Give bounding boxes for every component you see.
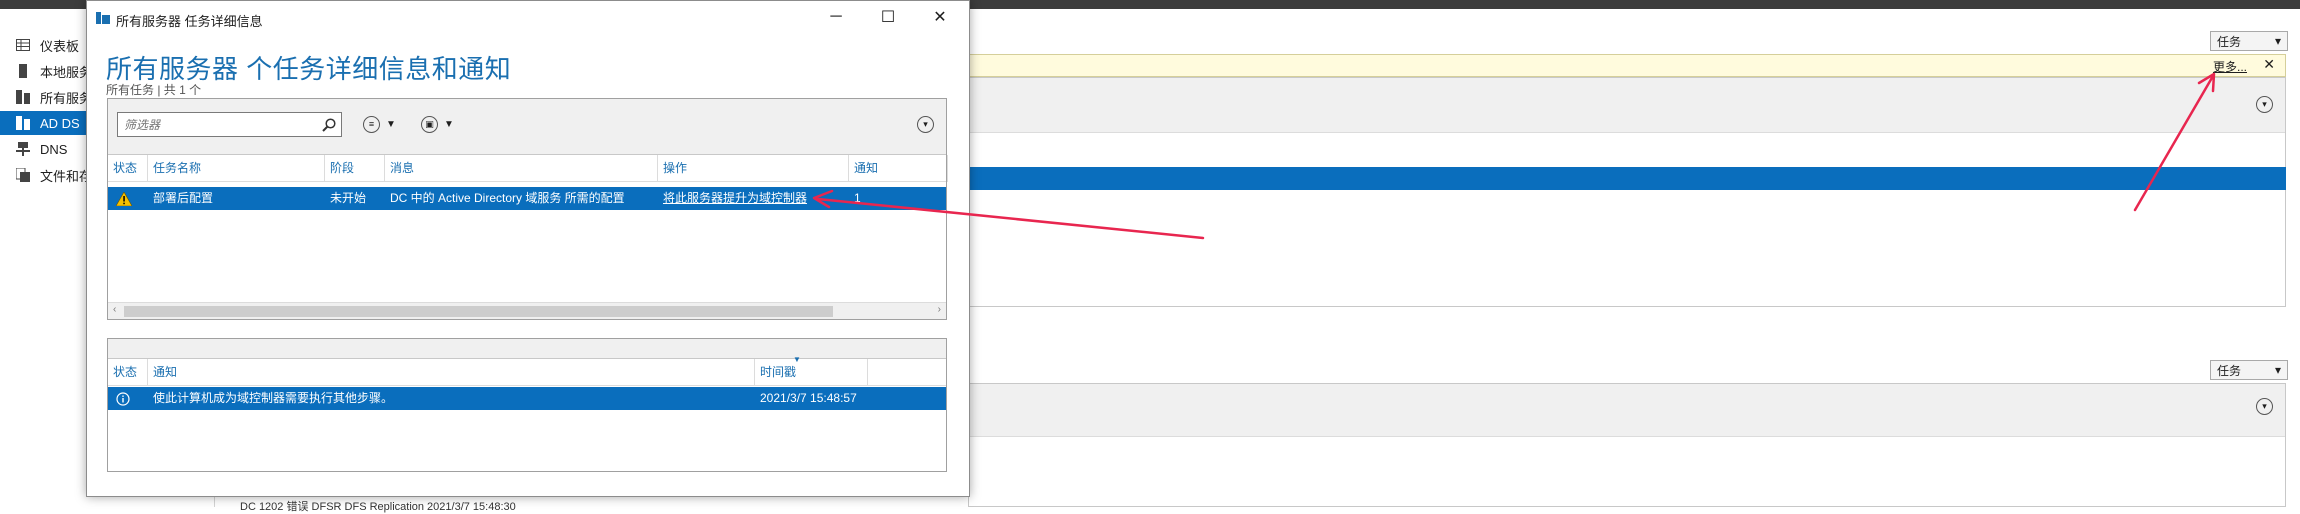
dialog-title: 所有服务器 任务详细信息 — [116, 14, 263, 29]
column-header-message[interactable]: 消息 — [385, 155, 658, 182]
sort-descending-icon: ▼ — [793, 355, 801, 364]
filter-box — [117, 112, 342, 137]
task-count-label: 所有任务 | 共 1 个 — [106, 83, 202, 97]
dialog-titlebar[interactable]: 所有服务器 任务详细信息 ─ ☐ ✕ — [87, 1, 969, 35]
promote-to-domain-controller-link[interactable]: 将此服务器提升为域控制器 — [658, 187, 849, 210]
notifications-table-header: 状态 通知 时间戳 ▼ — [108, 355, 946, 386]
filter-input[interactable] — [118, 113, 313, 136]
search-icon[interactable] — [321, 117, 337, 133]
notifications-panel: 状态 通知 时间戳 ▼ 使此计算机成为域控制器需要执行其他步骤。 2021/3/… — [107, 338, 947, 472]
tasks-dropdown-lower[interactable]: 任务 ▾ — [2210, 360, 2288, 380]
list-view-icon: ≡ — [363, 115, 380, 133]
notifications-toolbar — [108, 339, 946, 359]
table-row[interactable]: 部署后配置 未开始 DC 中的 Active Directory 域服务 所需的… — [108, 187, 946, 210]
tasks-dropdown[interactable]: 任务 ▾ — [2210, 31, 2288, 51]
column-header-action[interactable]: 操作 — [658, 155, 849, 182]
task-name-cell: 部署后配置 — [153, 191, 214, 205]
local-server-icon — [14, 63, 32, 79]
timestamp-cell: 2021/3/7 15:48:57 — [760, 391, 857, 405]
scroll-right-icon[interactable]: › — [938, 304, 941, 315]
maximize-button[interactable]: ☐ — [865, 3, 911, 31]
ad-ds-icon — [14, 115, 32, 131]
column-header-status[interactable]: 状态 — [108, 359, 148, 386]
column-header-task-name[interactable]: 任务名称 — [148, 155, 325, 182]
sidebar-item-label: 本地服务 — [40, 64, 93, 80]
file-storage-icon — [14, 167, 32, 183]
notification-bar: 更多... ✕ — [968, 54, 2286, 77]
server-manager-icon — [95, 10, 111, 26]
background-panel-upper: ▾ — [968, 77, 2286, 307]
tasks-dropdown-label: 任务 — [2217, 363, 2242, 378]
chevron-down-icon: ▾ — [2274, 34, 2281, 48]
info-icon — [116, 387, 146, 410]
save-query-button[interactable]: ▣ ▼ — [421, 114, 454, 134]
message-cell: DC 中的 Active Directory 域服务 所需的配置 — [390, 191, 625, 205]
sidebar-item-label: AD DS — [40, 115, 80, 131]
tasks-dropdown-label: 任务 — [2217, 34, 2242, 49]
task-details-dialog: 所有服务器 任务详细信息 ─ ☐ ✕ 所有服务器 个任务详细信息和通知 所有任务… — [86, 0, 970, 497]
sidebar-item-label: DNS — [40, 141, 68, 157]
horizontal-scrollbar[interactable]: ‹ › — [108, 302, 946, 319]
background-panel-toolbar: ▾ — [969, 78, 2285, 133]
more-link[interactable]: 更多... — [2213, 58, 2247, 75]
minimize-button[interactable]: ─ — [813, 3, 859, 31]
warning-icon — [116, 187, 146, 210]
background-panel-toolbar: ▾ — [969, 384, 2285, 437]
all-servers-icon — [14, 89, 32, 105]
background-event-row: DC 1202 错误 DFSR DFS Replication 2021/3/7… — [240, 501, 516, 513]
column-header-timestamp[interactable]: 时间戳 — [755, 359, 868, 386]
column-header-stage[interactable]: 阶段 — [325, 155, 385, 182]
collapse-icon[interactable]: ▾ — [917, 116, 934, 133]
sidebar-item-label: 文件和存 — [40, 168, 93, 184]
close-icon[interactable]: ✕ — [2263, 56, 2275, 73]
tasks-panel: ≡ ▼ ▣ ▼ ▾ 状态 任务名称 阶段 消息 操作 通知 部署后配置 未开始 … — [107, 98, 948, 320]
chevron-down-icon: ▼ — [386, 118, 396, 130]
chevron-down-icon: ▼ — [444, 118, 454, 130]
close-button[interactable]: ✕ — [917, 3, 963, 31]
column-header-notification[interactable]: 通知 — [148, 359, 755, 386]
expand-icon[interactable]: ▾ — [2256, 398, 2273, 415]
dashboard-icon — [14, 37, 32, 53]
background-panel-lower: ▾ — [968, 383, 2286, 507]
view-options-button[interactable]: ≡ ▼ — [363, 114, 396, 134]
expand-icon[interactable]: ▾ — [2256, 96, 2273, 113]
tasks-toolbar: ≡ ▼ ▣ ▼ ▾ — [108, 99, 946, 155]
table-row[interactable]: 使此计算机成为域控制器需要执行其他步骤。 2021/3/7 15:48:57 — [108, 387, 946, 410]
background-selected-row[interactable] — [968, 167, 2286, 190]
column-header-notification[interactable]: 通知 — [849, 155, 948, 182]
chevron-down-icon: ▾ — [2274, 363, 2281, 377]
scrollbar-thumb[interactable] — [124, 306, 833, 317]
column-header-status[interactable]: 状态 — [108, 155, 148, 182]
sidebar-item-label: 仪表板 — [40, 38, 80, 54]
notification-count-cell: 1 — [854, 191, 861, 205]
tasks-table-header: 状态 任务名称 阶段 消息 操作 通知 — [108, 155, 948, 182]
save-icon: ▣ — [421, 115, 438, 133]
scroll-left-icon[interactable]: ‹ — [113, 304, 116, 315]
sidebar-item-label: 所有服务 — [40, 90, 93, 106]
notification-text-cell: 使此计算机成为域控制器需要执行其他步骤。 — [153, 391, 394, 405]
stage-cell: 未开始 — [330, 191, 367, 205]
dns-icon — [14, 141, 32, 157]
